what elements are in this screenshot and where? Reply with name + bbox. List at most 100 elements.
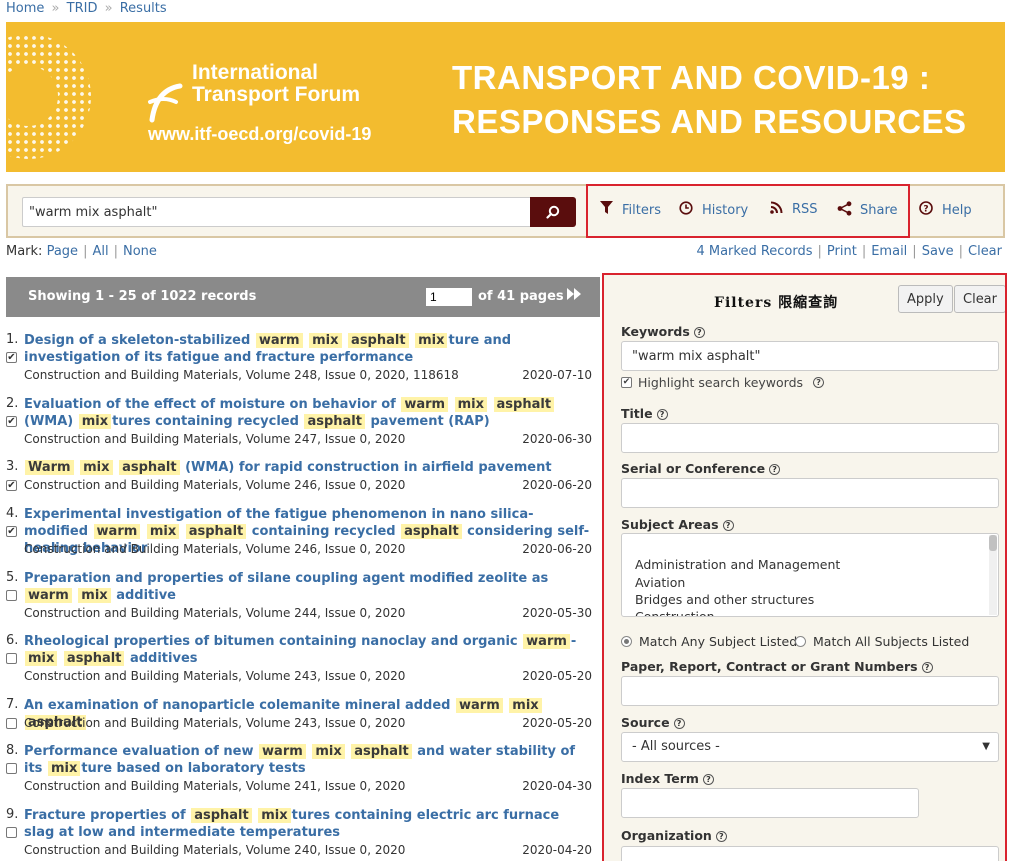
result-title-link[interactable]: Preparation and properties of silane cou… — [24, 570, 592, 604]
search-button[interactable] — [530, 197, 576, 227]
keywords-input[interactable] — [621, 341, 999, 371]
result-title-link[interactable]: Rheological properties of bitumen contai… — [24, 633, 592, 667]
result-number: 9. — [6, 807, 19, 822]
history-button[interactable]: History — [678, 201, 748, 219]
clear-filters-button[interactable]: Clear — [954, 285, 1005, 313]
result-date: 2020-06-20 — [522, 542, 592, 556]
marked-records-link[interactable]: 4 Marked Records — [696, 244, 812, 259]
result-source: Construction and Building Materials, Vol… — [24, 716, 406, 730]
result-checkbox[interactable] — [6, 827, 17, 838]
share-label: Share — [860, 203, 898, 218]
itf-name-line2: Transport Forum — [192, 83, 361, 106]
apply-button[interactable]: Apply — [898, 285, 953, 313]
match-all-option[interactable]: Match All Subjects Listed — [795, 634, 969, 649]
help-icon: ? — [769, 464, 781, 475]
help-icon: ? — [918, 201, 934, 219]
result-source: Construction and Building Materials, Vol… — [24, 542, 406, 556]
result-title-link[interactable]: Fracture properties of asphalt mix tures … — [24, 807, 592, 841]
result-checkbox[interactable] — [6, 590, 17, 601]
result-title-link[interactable]: Performance evaluation of new warm mix a… — [24, 743, 592, 777]
result-checkbox[interactable]: ✔ — [6, 416, 17, 427]
itf-name-line1: International — [192, 61, 319, 84]
match-all-radio[interactable] — [795, 636, 806, 647]
result-checkbox[interactable]: ✔ — [6, 352, 17, 363]
title-label: Title? — [621, 406, 668, 421]
history-label: History — [702, 202, 749, 218]
covid-banner[interactable]: International Transport Forum www.itf-oe… — [6, 22, 1005, 172]
results-header: Showing 1 - 25 of 1022 records of 41 pag… — [6, 277, 600, 317]
organization-label: Organization? — [621, 828, 727, 843]
page-number-input[interactable] — [426, 288, 472, 306]
paper-numbers-label: Paper, Report, Contract or Grant Numbers… — [621, 659, 933, 674]
result-title-link[interactable]: Evaluation of the effect of moisture on … — [24, 396, 592, 430]
result-date: 2020-04-30 — [522, 779, 592, 793]
clear-link[interactable]: Clear — [968, 244, 1002, 259]
search-input[interactable] — [22, 197, 532, 227]
subject-option[interactable]: Bridges and other structures — [635, 592, 814, 607]
result-checkbox[interactable] — [6, 763, 17, 774]
match-all-label: Match All Subjects Listed — [813, 634, 970, 649]
mark-label: Mark: — [6, 244, 43, 259]
paper-numbers-input[interactable] — [621, 676, 999, 706]
subject-areas-label: Subject Areas? — [621, 517, 734, 532]
total-pages: of 41 pages — [478, 289, 564, 304]
itf-name: International Transport Forum — [192, 62, 360, 106]
result-source: Construction and Building Materials, Vol… — [24, 843, 406, 857]
result-number: 1. — [6, 332, 19, 347]
next-page-icon[interactable] — [567, 286, 581, 304]
headline-line1: TRANSPORT AND COVID-19 : — [452, 59, 931, 96]
subject-scrollbar-thumb[interactable] — [989, 535, 997, 551]
result-date: 2020-05-20 — [522, 669, 592, 683]
keywords-label: Keywords? — [621, 324, 705, 339]
print-link[interactable]: Print — [827, 244, 857, 259]
source-select[interactable]: - All sources - ▼ — [621, 732, 999, 762]
result-date: 2020-05-20 — [522, 716, 592, 730]
highlight-keywords-checkbox[interactable]: ✔ — [621, 377, 632, 388]
breadcrumb-separator: » — [51, 1, 60, 16]
match-any-radio[interactable] — [621, 636, 632, 647]
share-button[interactable]: Share — [836, 201, 898, 220]
filters-button[interactable]: Filters — [598, 201, 661, 219]
mark-page-link[interactable]: Page — [47, 244, 78, 259]
result-title-link[interactable]: Warm mix asphalt (WMA) for rapid constru… — [24, 459, 592, 476]
source-selected-value: - All sources - — [632, 739, 720, 754]
banner-headline: TRANSPORT AND COVID-19 : RESPONSES AND R… — [452, 56, 967, 144]
result-checkbox[interactable]: ✔ — [6, 526, 17, 537]
subject-option[interactable]: Aviation — [635, 575, 685, 590]
highlight-keywords-option[interactable]: ✔ Highlight search keywords? — [621, 375, 825, 390]
mark-none-link[interactable]: None — [123, 244, 157, 259]
result-checkbox[interactable] — [6, 653, 17, 664]
serial-input[interactable] — [621, 478, 999, 508]
subject-option[interactable]: Construction — [635, 609, 715, 616]
title-input[interactable] — [621, 423, 999, 453]
match-any-option[interactable]: Match Any Subject Listed — [621, 634, 797, 649]
rss-button[interactable]: RSS — [768, 201, 818, 218]
help-button[interactable]: ? Help — [918, 201, 972, 219]
rss-icon — [768, 201, 784, 218]
breadcrumb-home[interactable]: Home — [6, 1, 44, 16]
subject-option[interactable]: Administration and Management — [635, 557, 840, 572]
result-title-link[interactable]: Design of a skeleton-stabilized warm mix… — [24, 332, 592, 366]
breadcrumb-results[interactable]: Results — [120, 1, 167, 16]
result-date: 2020-07-10 — [522, 368, 592, 382]
help-icon: ? — [813, 377, 825, 388]
subject-areas-list[interactable]: Administration and Management Aviation B… — [621, 533, 999, 617]
organization-input[interactable] — [621, 846, 999, 861]
save-link[interactable]: Save — [922, 244, 954, 259]
search-bar: Filters History RSS Share ? Help — [6, 184, 1005, 238]
result-source: Construction and Building Materials, Vol… — [24, 779, 406, 793]
result-number: 3. — [6, 459, 19, 474]
mark-all-link[interactable]: All — [92, 244, 108, 259]
result-checkbox[interactable]: ✔ — [6, 480, 17, 491]
help-icon: ? — [921, 662, 933, 673]
breadcrumb-trid[interactable]: TRID — [67, 1, 98, 16]
result-number: 7. — [6, 697, 19, 712]
index-term-input[interactable] — [621, 788, 919, 818]
results-count: Showing 1 - 25 of 1022 records — [28, 289, 257, 304]
banner-url: www.itf-oecd.org/covid-19 — [148, 124, 372, 144]
email-link[interactable]: Email — [871, 244, 907, 259]
search-icon — [546, 205, 560, 219]
help-icon: ? — [693, 327, 705, 338]
result-checkbox[interactable] — [6, 718, 17, 729]
result-date: 2020-06-20 — [522, 478, 592, 492]
